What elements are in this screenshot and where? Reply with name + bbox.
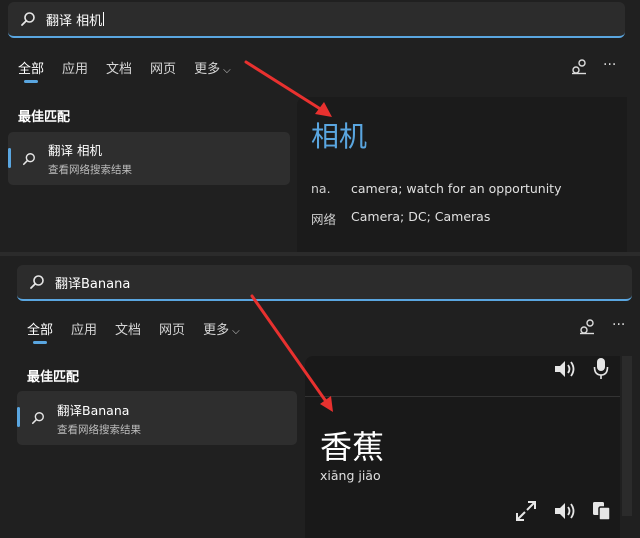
definition-row: 网络 Camera; DC; Cameras (311, 209, 490, 228)
tab-apps[interactable]: 应用 (62, 58, 88, 83)
share-icon[interactable] (578, 318, 596, 336)
translation-preview: 相机 na. camera; watch for an opportunity … (297, 97, 627, 252)
search-box[interactable]: 翻译 相机 (8, 2, 625, 38)
search-icon (31, 412, 44, 425)
selection-indicator (17, 407, 20, 427)
tab-more-label: 更多 (203, 323, 230, 338)
tab-documents[interactable]: 文档 (106, 58, 132, 83)
more-icon[interactable]: ··· (612, 317, 625, 333)
chevron-down-icon: ⌵ (232, 326, 240, 337)
tab-web[interactable]: 网页 (150, 58, 176, 83)
translated-word: 相机 (311, 120, 368, 153)
expand-icon[interactable] (515, 500, 537, 522)
translated-word: 香蕉 (320, 428, 385, 466)
more-icon[interactable]: ··· (603, 57, 616, 73)
tab-web[interactable]: 网页 (159, 319, 185, 344)
search-icon (22, 152, 35, 165)
definition-text: camera; watch for an opportunity (351, 181, 562, 196)
tab-apps[interactable]: 应用 (71, 319, 97, 344)
result-subtitle: 查看网络搜索结果 (48, 164, 132, 176)
best-match-result[interactable]: 翻译 相机 查看网络搜索结果 (8, 132, 290, 185)
best-match-heading: 最佳匹配 (18, 110, 71, 125)
search-panel-banana: 翻译Banana 全部 应用 文档 网页 更多 ⌵ ··· 最佳匹配 翻译Bana… (0, 256, 640, 538)
definition-pos: na. (311, 181, 331, 196)
result-title: 翻译 相机 (48, 143, 102, 158)
chevron-down-icon: ⌵ (223, 65, 231, 76)
speaker-icon[interactable] (553, 358, 577, 380)
pinyin-text: xiāng jiāo (320, 468, 381, 483)
text-caret (103, 12, 105, 26)
search-input[interactable]: 翻译Banana (55, 273, 130, 292)
scrollbar[interactable] (622, 356, 632, 516)
result-title: 翻译Banana (57, 402, 130, 418)
tab-more[interactable]: 更多 ⌵ (203, 319, 240, 344)
selection-indicator (8, 148, 11, 168)
filter-tabs: 全部 应用 文档 网页 更多 ⌵ (18, 58, 231, 83)
tab-more[interactable]: 更多 ⌵ (194, 58, 231, 83)
tab-all[interactable]: 全部 (27, 319, 53, 344)
definition-pos: 网络 (311, 212, 337, 227)
copy-icon[interactable] (591, 500, 613, 522)
result-subtitle: 查看网络搜索结果 (57, 423, 141, 436)
tab-more-label: 更多 (194, 62, 221, 77)
filter-tabs: 全部 应用 文档 网页 更多 ⌵ (27, 319, 240, 344)
search-icon (30, 275, 44, 289)
share-icon[interactable] (570, 58, 588, 76)
speaker-icon[interactable] (553, 500, 577, 522)
translation-preview: 香蕉 xiāng jiāo (305, 356, 620, 538)
search-icon (21, 12, 35, 26)
search-input[interactable]: 翻译 相机 (46, 10, 102, 29)
best-match-result[interactable]: 翻译Banana 查看网络搜索结果 (17, 391, 297, 445)
definition-text: Camera; DC; Cameras (351, 209, 491, 224)
search-box[interactable]: 翻译Banana (17, 265, 632, 301)
microphone-icon[interactable] (593, 357, 609, 381)
search-panel-camera: 翻译 相机 全部 应用 文档 网页 更多 ⌵ ··· 最佳匹配 翻译 相机 查看网… (0, 0, 640, 252)
best-match-heading: 最佳匹配 (27, 370, 80, 385)
definition-row: na. camera; watch for an opportunity (311, 181, 561, 196)
tab-documents[interactable]: 文档 (115, 319, 141, 344)
tab-all[interactable]: 全部 (18, 58, 44, 83)
